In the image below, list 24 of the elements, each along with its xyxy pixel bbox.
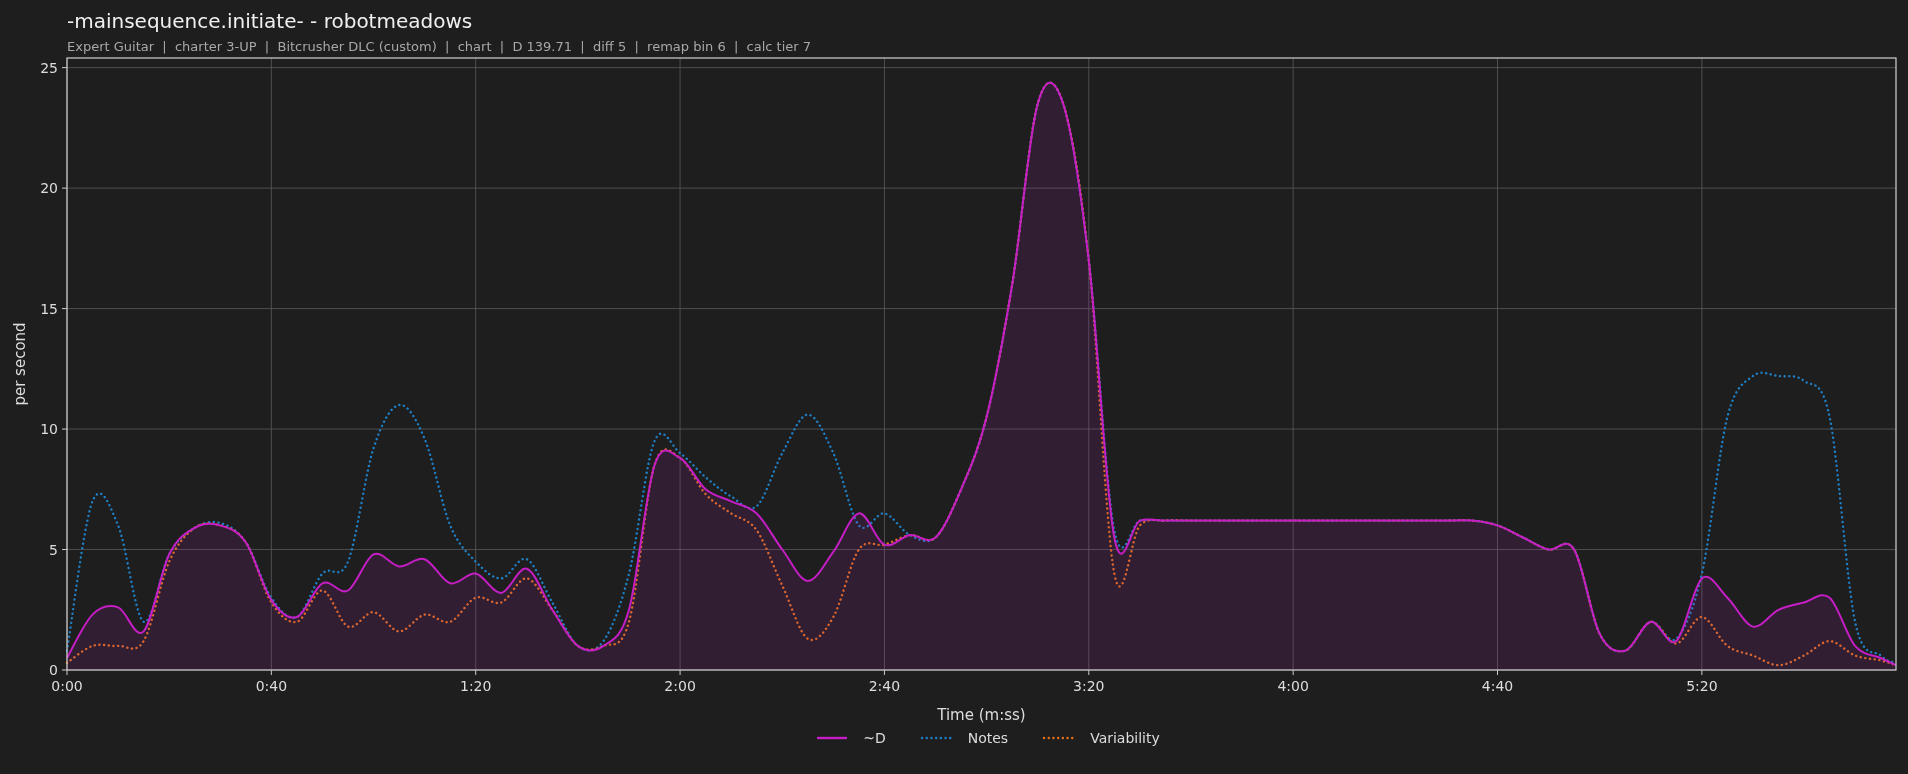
legend-label: ~D bbox=[863, 730, 886, 746]
axis-tick-label: 20 bbox=[40, 180, 58, 197]
axis-tick-label: 4:40 bbox=[1481, 678, 1514, 694]
axis-tick-label: 5 bbox=[49, 541, 58, 558]
legend-label: Notes bbox=[967, 730, 1009, 746]
axis-tick-label: 0:40 bbox=[255, 678, 288, 694]
chart-title: -mainsequence.initiate- - robotmeadows bbox=[67, 8, 474, 34]
axis-tick-label: 0:00 bbox=[51, 678, 83, 694]
axis-tick-label: 2:00 bbox=[664, 678, 696, 694]
axis-label: per second bbox=[11, 322, 29, 406]
axis-tick-label: 25 bbox=[40, 59, 58, 76]
axis-tick-label: 10 bbox=[40, 421, 58, 438]
axis-tick-label: 3:20 bbox=[1073, 678, 1105, 694]
legend-label: Variability bbox=[1090, 730, 1160, 746]
axis-tick-label: 15 bbox=[40, 300, 58, 317]
legend-line-icon bbox=[815, 736, 850, 740]
axis-tick-label: 5:20 bbox=[1686, 678, 1718, 694]
axis-label: Time (m:ss) bbox=[937, 706, 1026, 724]
legend-line-icon bbox=[919, 736, 954, 740]
axis-tick-label: 1:20 bbox=[460, 678, 492, 694]
chart-subtitle: Expert Guitar | charter 3-UP | Bitcrusher DLC (custom) | chart | D 139.71 | diff 5 | remap bin 6 | calc tier 7 bbox=[67, 38, 813, 56]
axis-tick-label: 4:00 bbox=[1277, 678, 1309, 694]
axis-tick-label: 0 bbox=[49, 662, 58, 678]
axis-tick-label: 2:40 bbox=[868, 678, 901, 694]
